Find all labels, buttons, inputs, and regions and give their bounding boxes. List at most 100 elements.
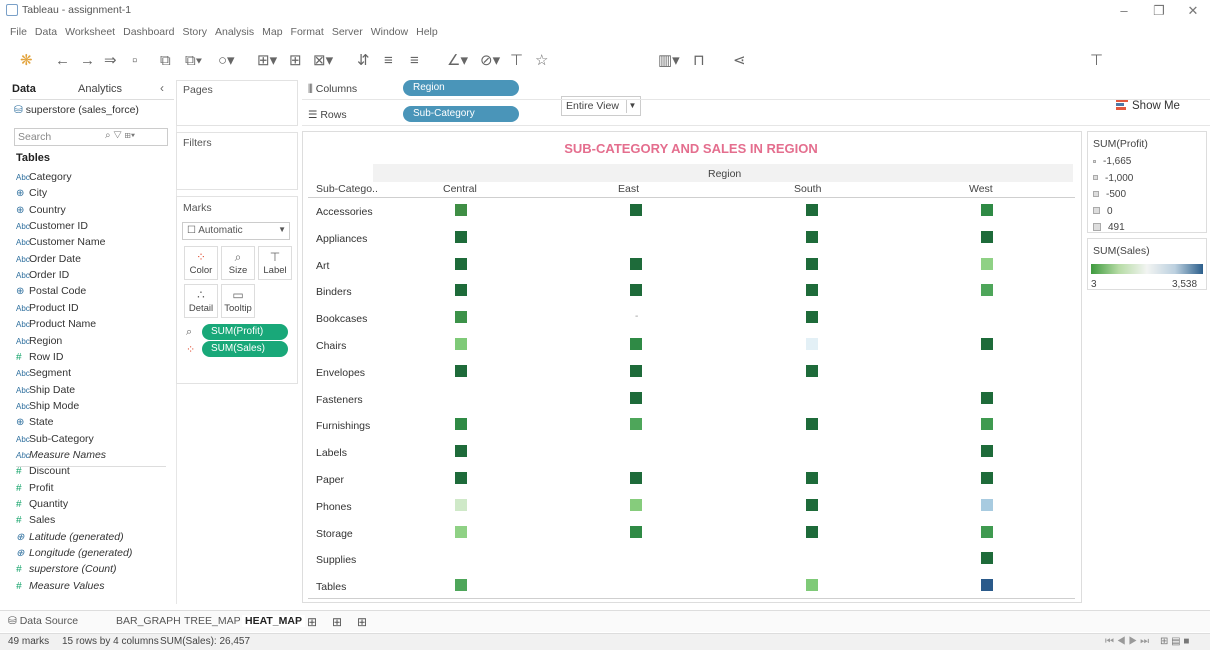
field-item[interactable]: AbcCustomer ID <box>16 220 88 236</box>
heatmap-cell[interactable] <box>455 418 467 431</box>
mark-type-dropdown[interactable]: ☐ Automatic ▼ <box>182 222 290 240</box>
row-header[interactable]: Furnishings <box>316 420 370 432</box>
row-header[interactable]: Appliances <box>316 233 367 245</box>
heatmap-cell[interactable] <box>981 472 993 484</box>
row-header[interactable]: Art <box>316 260 329 272</box>
heatmap-cell[interactable] <box>806 364 818 377</box>
heatmap-cell[interactable] <box>981 525 993 538</box>
menu-item-map[interactable]: Map <box>258 22 286 44</box>
column-header-south[interactable]: South <box>794 183 821 195</box>
profit-legend-item[interactable]: -1,665 <box>1093 156 1131 167</box>
field-item[interactable]: AbcCustomer Name <box>16 236 105 252</box>
sheet-tab-tree-map[interactable]: TREE_MAP <box>184 615 241 627</box>
heatmap-cell[interactable] <box>981 391 993 404</box>
heatmap-cell[interactable] <box>981 552 993 565</box>
heatmap-cell[interactable] <box>981 257 993 270</box>
field-item[interactable]: ⊕ Country <box>16 204 66 220</box>
field-item[interactable]: ⊕ Latitude (generated) <box>16 531 124 547</box>
field-item[interactable]: # superstore (Count) <box>16 563 117 579</box>
heatmap-cell[interactable] <box>806 472 818 484</box>
heatmap-cell-null[interactable]: - <box>635 311 638 322</box>
refresh-icon[interactable]: ○▾ <box>218 52 235 70</box>
heatmap-cell[interactable] <box>455 498 467 511</box>
field-item[interactable]: # Sales <box>16 514 55 530</box>
heatmap-cell[interactable] <box>806 579 818 592</box>
sort-asc-icon[interactable]: ≡ <box>384 52 393 70</box>
new-worksheet-icon[interactable]: ⊞▾ <box>257 52 277 70</box>
heatmap-cell[interactable] <box>455 579 467 592</box>
row-header[interactable]: Chairs <box>316 340 346 352</box>
menu-item-data[interactable]: Data <box>31 22 61 44</box>
new-dashboard-tab-icon[interactable]: ⊞ <box>332 615 342 629</box>
collapse-pane-icon[interactable]: ‹ <box>160 81 164 95</box>
heatmap-cell[interactable] <box>455 257 467 270</box>
field-item[interactable]: # Profit <box>16 482 54 498</box>
menu-item-file[interactable]: File <box>6 22 31 44</box>
heatmap-cell[interactable] <box>981 445 993 458</box>
row-field-header[interactable]: Sub-Catego.. <box>316 183 378 195</box>
menu-item-format[interactable]: Format <box>287 22 328 44</box>
label-icon[interactable]: ⊤ <box>510 52 523 70</box>
share-icon[interactable]: ⋖ <box>733 52 746 70</box>
sheet-tab-bar-graph[interactable]: BAR_GRAPH <box>116 615 181 627</box>
label-button[interactable]: ⊤ Label <box>258 246 292 280</box>
field-item[interactable]: # Measure Values <box>16 580 104 596</box>
heatmap-cell[interactable] <box>630 391 642 404</box>
heatmap-cell[interactable] <box>455 338 467 350</box>
heatmap-cell[interactable] <box>630 257 642 270</box>
menu-item-story[interactable]: Story <box>178 22 211 44</box>
heatmap-cell[interactable] <box>806 498 818 511</box>
row-header[interactable]: Labels <box>316 447 347 459</box>
redo-arrow-icon[interactable]: ⇒ <box>104 52 117 70</box>
tab-data[interactable]: Data <box>12 83 36 95</box>
row-header[interactable]: Tables <box>316 581 346 593</box>
field-item[interactable]: AbcOrder ID <box>16 269 69 285</box>
menu-item-window[interactable]: Window <box>367 22 412 44</box>
pin-icon[interactable]: ☆ <box>535 52 548 70</box>
show-cards-icon[interactable]: ▥▾ <box>658 52 680 70</box>
datasource-menu-icon[interactable]: ⧉▾ <box>185 52 202 70</box>
highlight-icon[interactable]: ∠▾ <box>447 52 468 70</box>
heatmap-cell[interactable] <box>630 418 642 431</box>
heatmap-cell[interactable] <box>455 311 467 324</box>
column-header-east[interactable]: East <box>618 183 639 195</box>
tooltip-button[interactable]: ▭ Tooltip <box>221 284 255 318</box>
heatmap-cell[interactable] <box>806 311 818 324</box>
row-header[interactable]: Accessories <box>316 206 373 218</box>
field-item[interactable]: AbcOrder Date <box>16 253 81 269</box>
heatmap-cell[interactable] <box>455 525 467 538</box>
heatmap-cell[interactable] <box>630 284 642 297</box>
duplicate-sheet-icon[interactable]: ⊞ <box>289 52 302 70</box>
field-item[interactable]: AbcShip Date <box>16 384 75 400</box>
heatmap-cell[interactable] <box>806 338 818 350</box>
menu-item-server[interactable]: Server <box>328 22 367 44</box>
data-source-tab[interactable]: ⛁ Data Source <box>8 615 78 627</box>
search-icon[interactable]: ⌕ ▽ ⊞▾ <box>105 130 135 141</box>
color-button[interactable]: ⁘ Color <box>184 246 218 280</box>
presentation-icon[interactable]: ⊓ <box>693 52 705 70</box>
heatmap-cell[interactable] <box>806 525 818 538</box>
sheet-navigation-icons[interactable]: ⏮ ◀ ▶ ⏭ <box>1105 636 1149 647</box>
heatmap-cell[interactable] <box>806 284 818 297</box>
detail-button[interactable]: ∴ Detail <box>184 284 218 318</box>
heatmap-cell[interactable] <box>981 338 993 350</box>
field-item[interactable]: AbcRegion <box>16 335 62 351</box>
heatmap-cell[interactable] <box>981 498 993 511</box>
heatmap-cell[interactable] <box>455 364 467 377</box>
column-header-central[interactable]: Central <box>443 183 477 195</box>
tableau-logo-icon[interactable]: ❋ <box>20 52 33 70</box>
field-item[interactable]: ⊕ Postal Code <box>16 285 86 301</box>
field-item[interactable]: AbcMeasure Names <box>16 449 106 465</box>
heatmap-cell[interactable] <box>981 579 993 592</box>
sub-category-pill[interactable]: Sub-Category <box>403 106 519 122</box>
field-item[interactable]: AbcShip Mode <box>16 400 79 416</box>
heatmap-cell[interactable] <box>455 445 467 458</box>
new-worksheet-tab-icon[interactable]: ⊞ <box>307 615 317 629</box>
heatmap-cell[interactable] <box>981 418 993 431</box>
heatmap-cell[interactable] <box>455 204 467 216</box>
profit-legend-item[interactable]: -1,000 <box>1093 173 1133 184</box>
row-header[interactable]: Binders <box>316 286 352 298</box>
back-icon[interactable]: ← <box>55 52 70 70</box>
region-pill[interactable]: Region <box>403 80 519 96</box>
menu-item-dashboard[interactable]: Dashboard <box>119 22 178 44</box>
